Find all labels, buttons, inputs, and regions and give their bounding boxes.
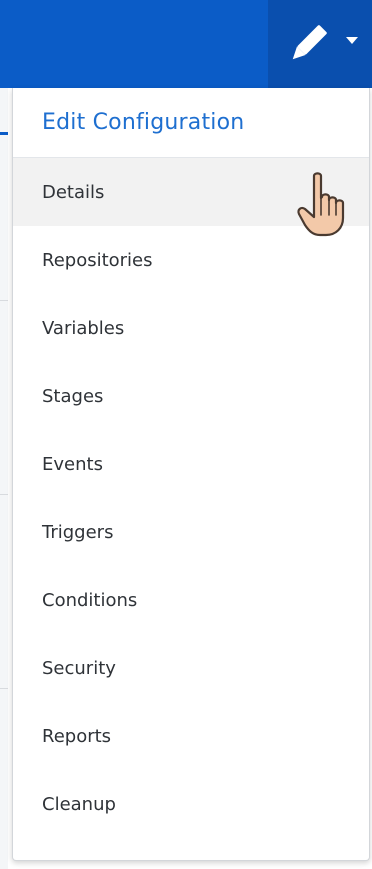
menu-item-variables[interactable]: Variables xyxy=(13,294,369,362)
edit-configuration-dropdown: Edit Configuration Details Repositories … xyxy=(12,88,370,861)
menu-item-label: Details xyxy=(42,181,105,203)
menu-item-label: Events xyxy=(42,453,103,475)
background-divider xyxy=(0,494,8,495)
menu-item-security[interactable]: Security xyxy=(13,634,369,702)
menu-item-label: Reports xyxy=(42,725,112,747)
menu-item-label: Security xyxy=(42,657,116,679)
menu-item-triggers[interactable]: Triggers xyxy=(13,498,369,566)
menu-item-repositories[interactable]: Repositories xyxy=(13,226,369,294)
menu-item-label: Variables xyxy=(42,317,125,339)
background-page-edge xyxy=(0,88,8,869)
background-divider xyxy=(0,300,8,301)
menu-item-conditions[interactable]: Conditions xyxy=(13,566,369,634)
top-bar xyxy=(0,0,372,88)
menu-item-cleanup[interactable]: Cleanup xyxy=(13,770,369,838)
background-accent-line xyxy=(0,132,8,135)
menu-item-label: Cleanup xyxy=(42,793,116,815)
edit-configuration-button[interactable] xyxy=(268,0,372,88)
background-divider xyxy=(0,688,8,689)
menu-item-details[interactable]: Details xyxy=(13,158,369,226)
menu-item-label: Stages xyxy=(42,385,104,407)
caret-down-icon xyxy=(346,37,358,44)
menu-item-label: Repositories xyxy=(42,249,153,271)
menu-item-stages[interactable]: Stages xyxy=(13,362,369,430)
dropdown-title: Edit Configuration xyxy=(13,88,369,158)
menu-item-label: Triggers xyxy=(42,521,114,543)
menu-item-label: Conditions xyxy=(42,589,138,611)
menu-item-reports[interactable]: Reports xyxy=(13,702,369,770)
pencil-icon xyxy=(292,25,327,60)
menu-item-events[interactable]: Events xyxy=(13,430,369,498)
menu-list: Details Repositories Variables Stages Ev… xyxy=(13,158,369,838)
